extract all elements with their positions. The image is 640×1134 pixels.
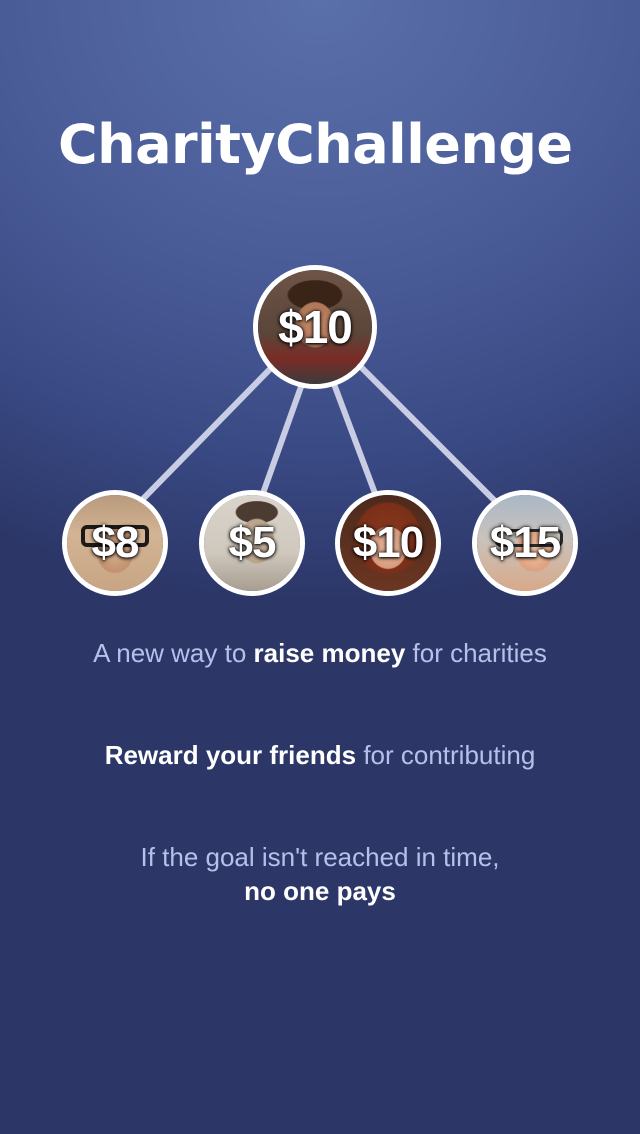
donation-amount: $8 — [91, 518, 140, 567]
connector-line-3 — [331, 381, 379, 499]
connector-line-2 — [259, 381, 305, 499]
donation-amount: $5 — [228, 518, 277, 567]
donation-amount: $15 — [489, 518, 561, 567]
tagline-text: A new way to — [93, 638, 254, 668]
tagline-text: for contributing — [356, 740, 536, 770]
connector-line-1 — [137, 363, 276, 505]
tagline-highlight: no one pays — [244, 876, 396, 906]
tagline-reward-friends: Reward your friends for contributing — [60, 738, 580, 772]
tagline-no-one-pays: If the goal isn't reached in time, no one… — [60, 840, 580, 908]
donation-amount: $10 — [352, 518, 424, 567]
friend-avatar-1[interactable]: $8 — [62, 490, 168, 596]
root-donor-avatar[interactable]: $10 — [253, 265, 377, 389]
tagline-text: If the goal isn't reached in time, — [140, 842, 500, 872]
friend-avatar-4[interactable]: $15 — [472, 490, 578, 596]
friend-avatar-3[interactable]: $10 — [335, 490, 441, 596]
connector-line-4 — [357, 363, 499, 505]
tagline-text: for charities — [405, 638, 547, 668]
tagline-raise-money: A new way to raise money for charities — [60, 636, 580, 670]
friend-avatar-2[interactable]: $5 — [199, 490, 305, 596]
tagline-highlight: Reward your friends — [104, 740, 357, 770]
donation-amount: $10 — [278, 301, 353, 353]
tagline-highlight: raise money — [253, 638, 406, 668]
